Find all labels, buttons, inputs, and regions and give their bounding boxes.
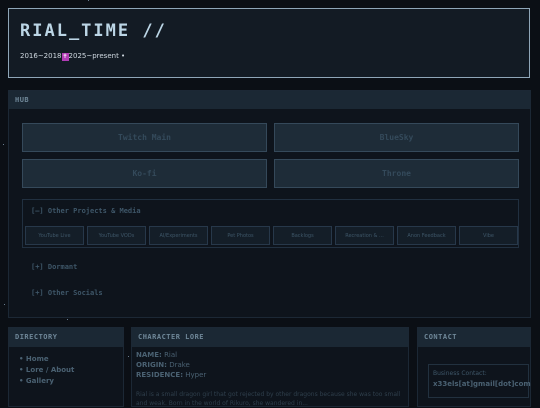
twitch-main-button[interactable]: Twitch Main bbox=[22, 123, 267, 152]
directory-list: Home Lore / About Gallery bbox=[19, 354, 74, 387]
project-vibe[interactable]: Vibe bbox=[459, 226, 518, 245]
other-socials-toggle[interactable]: [+] Other Socials bbox=[31, 289, 103, 297]
other-projects-toggle[interactable]: [–] Other Projects & Media bbox=[31, 207, 141, 215]
hub-title: HUB bbox=[9, 91, 530, 109]
star-dot bbox=[128, 356, 129, 357]
lore-paragraph: Rial is a small dragon girl that got rej… bbox=[136, 391, 401, 407]
contact-label: Business Contact: bbox=[433, 370, 487, 377]
project-backlogs[interactable]: Backlogs bbox=[273, 226, 332, 245]
star-dot bbox=[88, 0, 89, 1]
lore-title: CHARACTER LORE bbox=[132, 328, 408, 347]
project-pet-photos[interactable]: Pet Photos bbox=[211, 226, 270, 245]
contact-title: CONTACT bbox=[418, 328, 530, 347]
dates-end: 2025~present • bbox=[68, 52, 126, 60]
other-projects-section: [–] Other Projects & Media YouTube Live … bbox=[22, 199, 519, 248]
project-youtube-live[interactable]: YouTube Live bbox=[25, 226, 84, 245]
project-recreation[interactable]: Recreation & ... bbox=[335, 226, 394, 245]
contact-panel: CONTACT Business Contact: x33els[at]gmai… bbox=[417, 327, 531, 407]
project-anon-feedback[interactable]: Anon Feedback bbox=[397, 226, 456, 245]
bluesky-button[interactable]: BlueSky bbox=[274, 123, 519, 152]
site-header: RIAL_TIME // 2016~2018✝2025~present • bbox=[8, 8, 530, 78]
lore-facts: NAME: Rial ORIGIN: Drake RESIDENCE: Hype… bbox=[136, 350, 206, 380]
dormant-toggle[interactable]: [+] Dormant bbox=[31, 263, 77, 271]
star-dot bbox=[67, 319, 68, 320]
site-title: RIAL_TIME // bbox=[20, 21, 167, 41]
directory-item-home[interactable]: Home bbox=[19, 354, 74, 365]
lore-origin-row: ORIGIN: Drake bbox=[136, 361, 190, 369]
directory-panel: DIRECTORY Home Lore / About Gallery bbox=[8, 327, 124, 407]
hub-panel: HUB Twitch Main BlueSky Ko-fi Throne [–]… bbox=[8, 90, 531, 318]
project-youtube-vods[interactable]: YouTube VODs bbox=[87, 226, 146, 245]
throne-button[interactable]: Throne bbox=[274, 159, 519, 188]
directory-item-gallery[interactable]: Gallery bbox=[19, 376, 74, 387]
lore-name-row: NAME: Rial bbox=[136, 351, 178, 359]
directory-title: DIRECTORY bbox=[9, 328, 123, 347]
dates-start: 2016~2018 bbox=[20, 52, 62, 60]
lore-residence-row: RESIDENCE: Hyper bbox=[136, 371, 207, 379]
contact-box: Business Contact: x33els[at]gmail[dot]co… bbox=[428, 364, 531, 398]
kofi-button[interactable]: Ko-fi bbox=[22, 159, 267, 188]
project-ai-experiments[interactable]: AI/Experiments bbox=[149, 226, 208, 245]
star-dot bbox=[4, 304, 5, 305]
character-lore-panel: CHARACTER LORE NAME: Rial ORIGIN: Drake … bbox=[131, 327, 409, 407]
contact-email[interactable]: x33els[at]gmail[dot]com bbox=[433, 380, 531, 388]
dagger-icon: ✝ bbox=[61, 53, 69, 61]
directory-item-lore[interactable]: Lore / About bbox=[19, 365, 74, 376]
active-dates: 2016~2018✝2025~present • bbox=[20, 52, 125, 61]
star-dot bbox=[3, 144, 4, 145]
